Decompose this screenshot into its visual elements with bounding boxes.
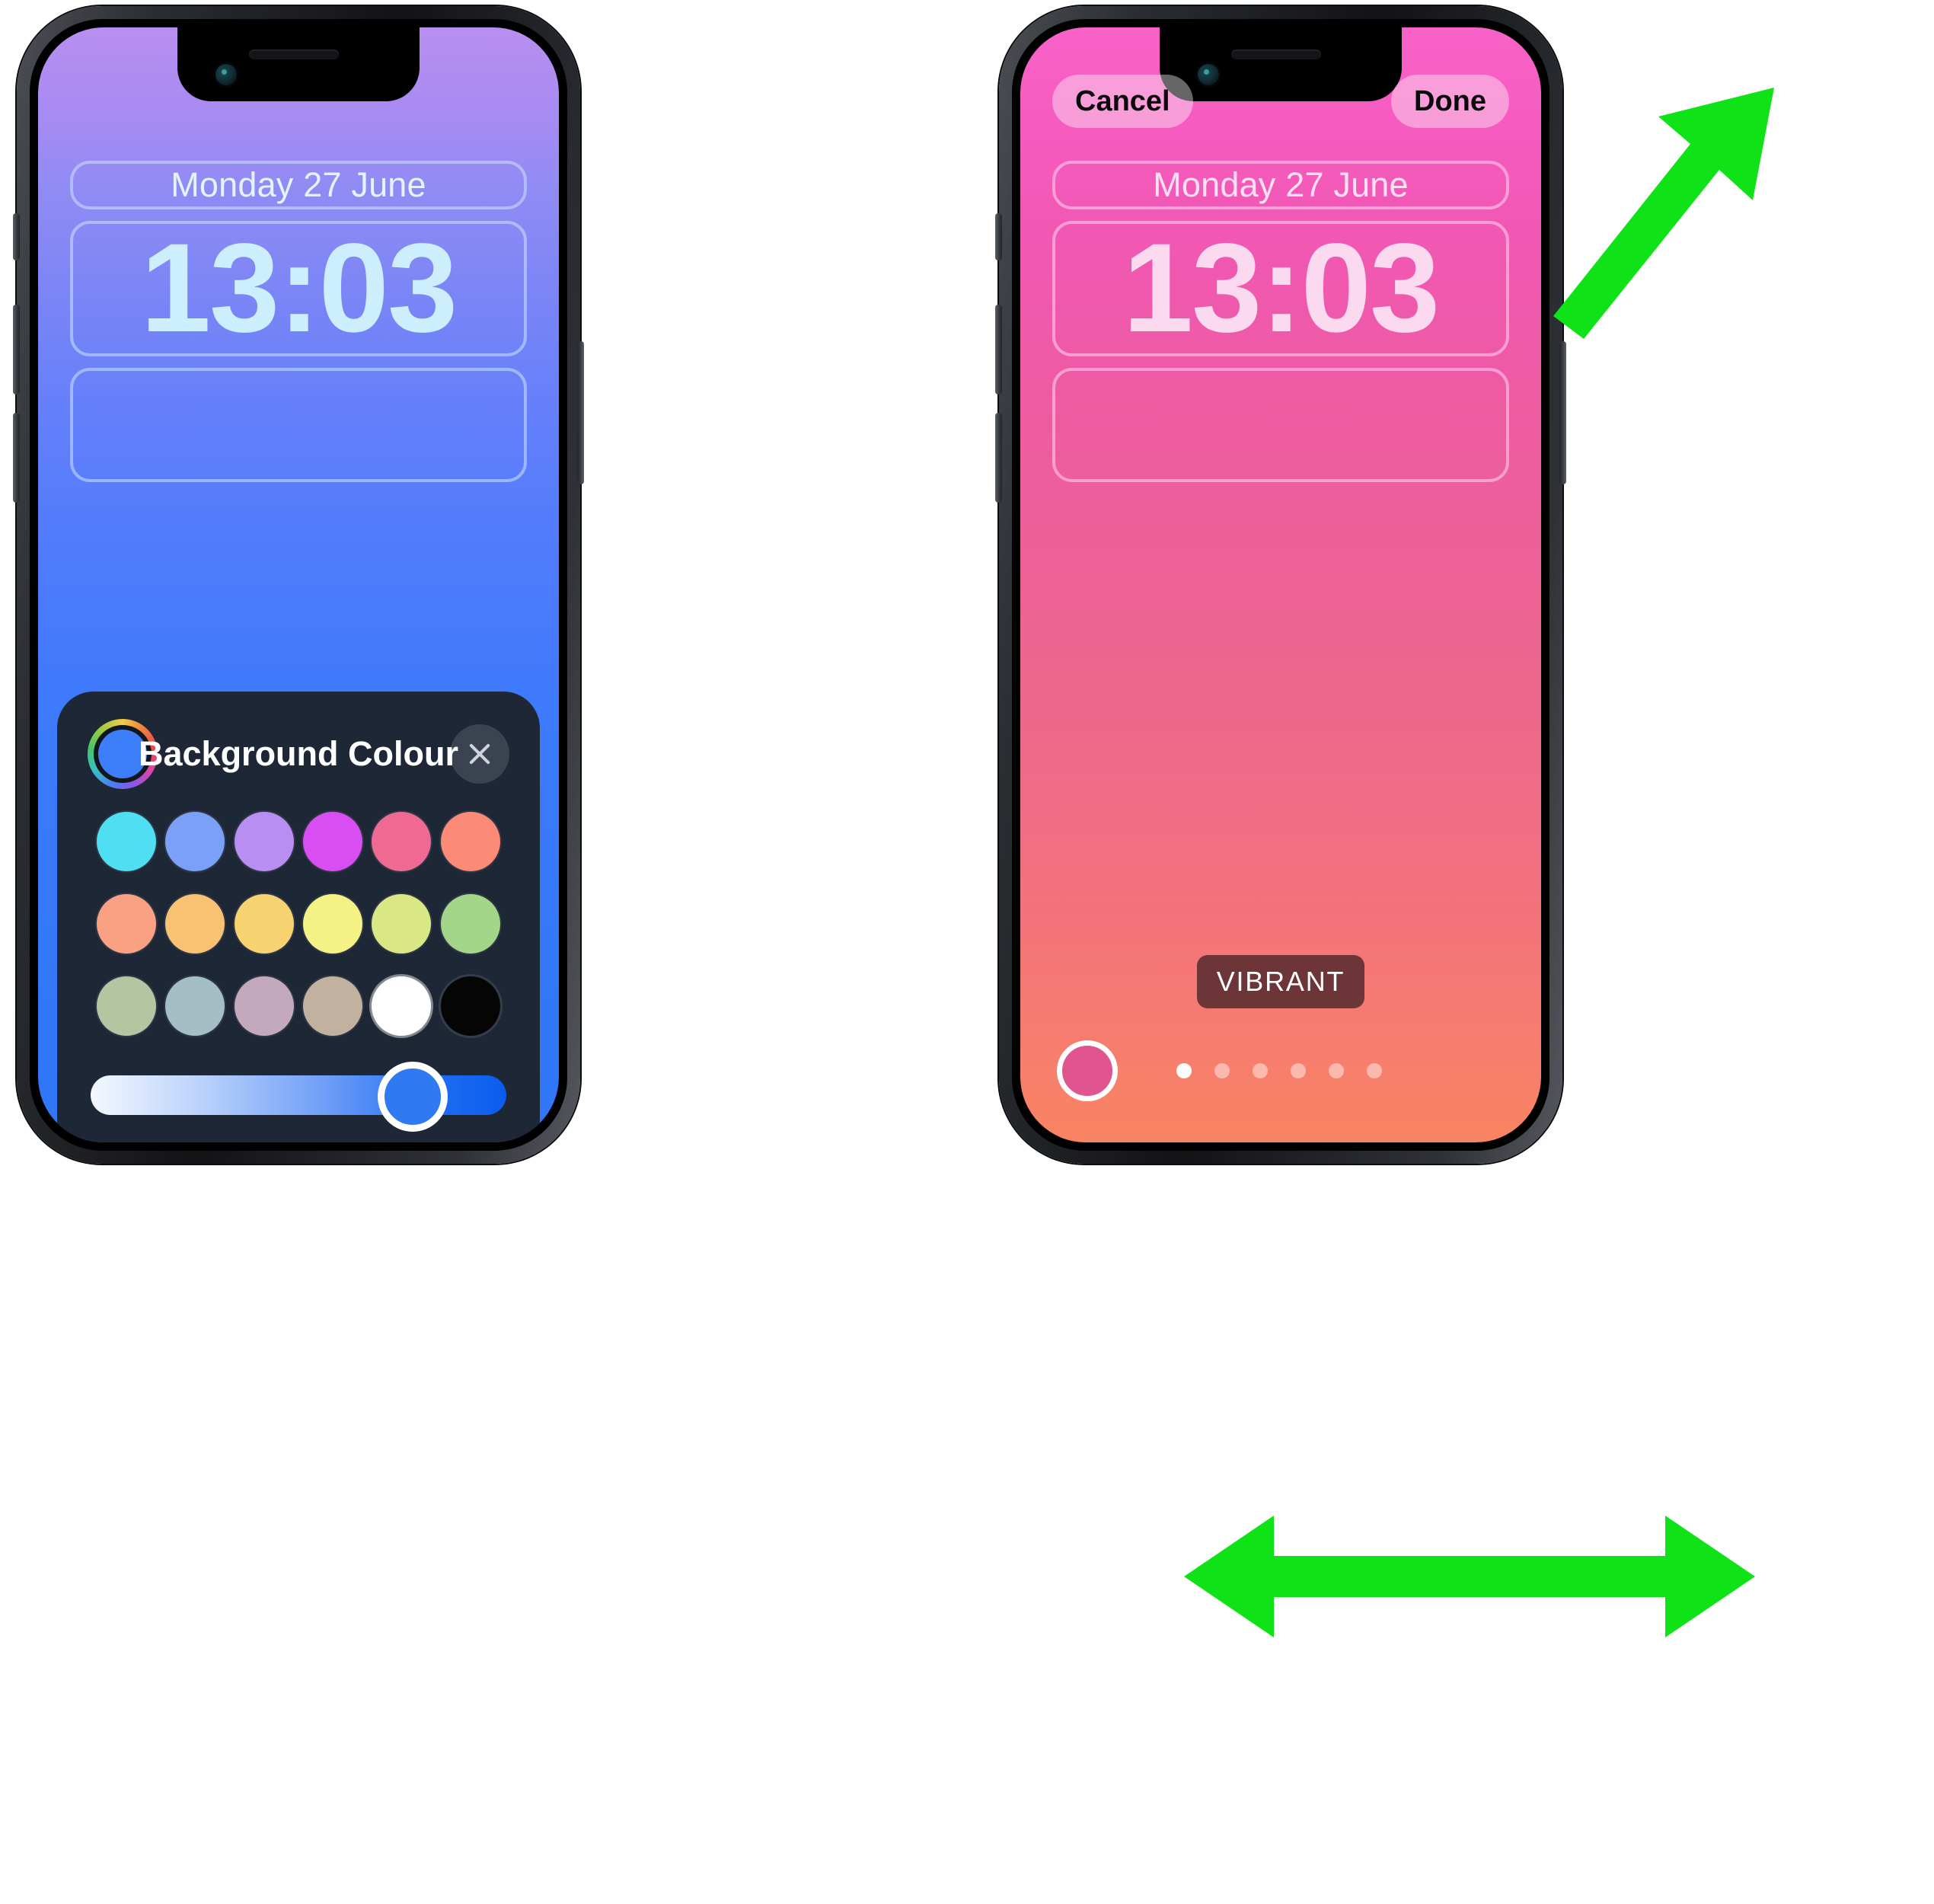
- clock-widget-right[interactable]: 13:03: [1052, 221, 1509, 356]
- editor-topbar: Cancel Done: [1020, 75, 1541, 128]
- page-dot-5[interactable]: [1329, 1063, 1344, 1078]
- left-wallpaper-blue-gradient: Monday 27 June 13:03 Background Colour: [38, 27, 559, 1142]
- page-dot-4[interactable]: [1291, 1063, 1306, 1078]
- swatch-sage[interactable]: [97, 976, 157, 1036]
- swipe-horizontal-arrow: [1184, 1516, 1755, 1637]
- right-phone-bezel: Cancel Done Monday 27 June 13:03 VIBRANT: [1012, 19, 1549, 1151]
- right-phone-screen: Cancel Done Monday 27 June 13:03 VIBRANT: [1020, 27, 1541, 1142]
- swatch-white[interactable]: [372, 976, 432, 1036]
- earpiece-speaker-icon: [249, 50, 340, 59]
- swatch-yellow-green[interactable]: [372, 894, 432, 954]
- volume-up-button[interactable]: [13, 305, 20, 395]
- cancel-button[interactable]: Cancel: [1052, 75, 1193, 128]
- empty-widget-slot-right[interactable]: [1052, 368, 1509, 482]
- earpiece-speaker-icon-right: [1231, 50, 1322, 59]
- date-widget[interactable]: Monday 27 June: [70, 161, 527, 209]
- swatch-orange[interactable]: [97, 894, 157, 954]
- date-label-right: Monday 27 June: [1153, 165, 1409, 204]
- swatch-mauve[interactable]: [234, 976, 294, 1036]
- swatch-black[interactable]: [440, 976, 500, 1036]
- clock-widget[interactable]: 13:03: [70, 221, 527, 356]
- volume-up-button-right[interactable]: [995, 305, 1002, 395]
- clock-label-right: 13:03: [1122, 218, 1441, 359]
- clock-label: 13:03: [140, 218, 458, 359]
- power-button[interactable]: [577, 341, 584, 484]
- brightness-slider-thumb[interactable]: [377, 1062, 448, 1132]
- swatch-amber[interactable]: [234, 894, 294, 954]
- page-dot-3[interactable]: [1253, 1063, 1268, 1078]
- page-dot-2[interactable]: [1214, 1063, 1230, 1078]
- swatch-green[interactable]: [440, 894, 500, 954]
- swatch-salmon[interactable]: [440, 812, 500, 871]
- empty-widget-slot[interactable]: [70, 368, 527, 482]
- volume-down-button[interactable]: [13, 413, 20, 503]
- mute-switch[interactable]: [13, 213, 20, 260]
- colour-swatch-grid: [88, 791, 509, 1043]
- close-sheet-button[interactable]: [450, 724, 509, 784]
- close-x-icon: [469, 743, 490, 765]
- done-button[interactable]: Done: [1391, 75, 1509, 128]
- swatch-magenta[interactable]: [303, 812, 363, 871]
- right-wallpaper-pink-gradient: Cancel Done Monday 27 June 13:03 VIBRANT: [1020, 27, 1541, 1142]
- swatch-light-orange[interactable]: [165, 894, 225, 954]
- brightness-slider[interactable]: [88, 1043, 509, 1135]
- swatch-blue-grey[interactable]: [165, 976, 225, 1036]
- left-phone-device: Monday 27 June 13:03 Background Colour: [13, 6, 584, 1164]
- wallpaper-style-picker: VIBRANT: [1020, 955, 1541, 1101]
- swatch-purple[interactable]: [234, 812, 294, 871]
- swatch-pink[interactable]: [372, 812, 432, 871]
- right-phone-device: Cancel Done Monday 27 June 13:03 VIBRANT: [995, 6, 1566, 1164]
- sheet-title: Background Colour: [138, 734, 458, 773]
- date-widget-right[interactable]: Monday 27 June: [1052, 161, 1509, 209]
- selected-colour-chip[interactable]: [1057, 1040, 1118, 1101]
- swatch-cyan[interactable]: [97, 812, 157, 871]
- style-badge: VIBRANT: [1196, 955, 1365, 1008]
- left-phone-screen: Monday 27 June 13:03 Background Colour: [38, 27, 559, 1142]
- date-label: Monday 27 June: [171, 165, 426, 204]
- volume-down-button-right[interactable]: [995, 413, 1002, 503]
- mute-switch-right[interactable]: [995, 213, 1002, 260]
- front-camera-icon: [215, 64, 237, 85]
- sheet-header: Background Colour: [88, 717, 509, 791]
- page-dot-1[interactable]: [1176, 1063, 1192, 1078]
- swatch-tan[interactable]: [303, 976, 363, 1036]
- style-page-dots: [1176, 1063, 1382, 1078]
- screenshot-stage: Monday 27 June 13:03 Background Colour C…: [0, 0, 1934, 1904]
- notch: [177, 27, 420, 101]
- swatch-blue[interactable]: [165, 812, 225, 871]
- power-button-right[interactable]: [1559, 341, 1566, 484]
- left-phone-bezel: Monday 27 June 13:03 Background Colour: [30, 19, 567, 1151]
- page-dot-6[interactable]: [1367, 1063, 1382, 1078]
- style-picker-row: [1020, 1040, 1541, 1101]
- background-colour-sheet: Background Colour: [57, 692, 540, 1142]
- swatch-pale-yellow[interactable]: [303, 894, 363, 954]
